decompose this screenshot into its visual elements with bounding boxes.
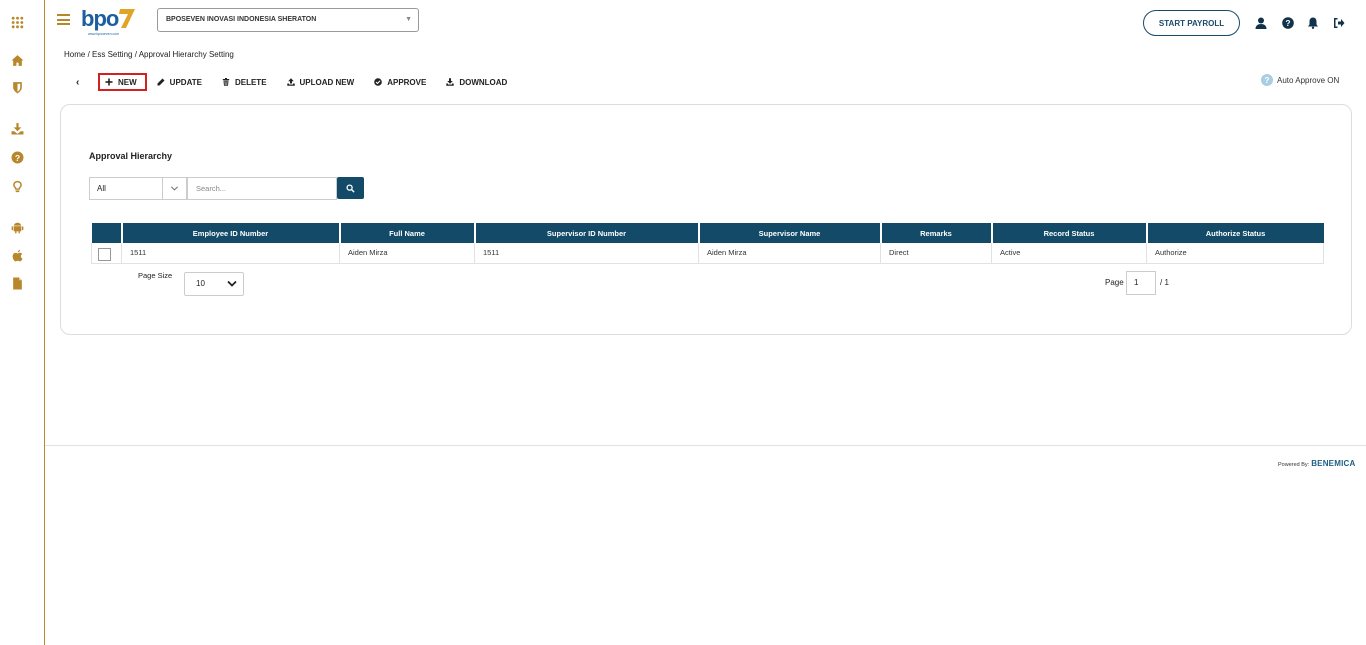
column-header[interactable]: Full Name <box>338 223 475 243</box>
download-button-label: DOWNLOAD <box>459 77 508 87</box>
column-header[interactable]: Supervisor ID Number <box>473 223 699 243</box>
download-button[interactable]: DOWNLOAD <box>446 73 507 91</box>
action-toolbar: ‹ NEW UPDATE DELETE UPLOAD NEW APPROVE D… <box>76 73 527 91</box>
new-button[interactable]: NEW <box>98 73 147 91</box>
delete-button-label: DELETE <box>234 77 267 87</box>
user-icon[interactable] <box>1254 16 1267 29</box>
upload-new-button[interactable]: UPLOAD NEW <box>286 73 355 91</box>
delete-button[interactable]: DELETE <box>222 73 267 91</box>
column-header[interactable]: Authorize Status <box>1145 223 1324 243</box>
home-icon[interactable] <box>10 53 24 67</box>
svg-text:?: ? <box>14 152 19 162</box>
table-header-row: Employee ID Number Full Name Supervisor … <box>91 223 1324 243</box>
table-cell: Authorize <box>1146 243 1324 264</box>
select-all-header <box>91 223 122 243</box>
column-header[interactable]: Remarks <box>879 223 992 243</box>
benemica-logo: BENEMICA <box>1311 459 1356 468</box>
apple-icon[interactable] <box>10 248 24 262</box>
hamburger-menu-icon[interactable] <box>57 14 70 25</box>
table-row[interactable]: 1511 Aiden Mirza 1511 Aiden Mirza Direct… <box>91 243 1324 264</box>
logout-icon[interactable] <box>1332 16 1345 29</box>
download-icon[interactable] <box>10 121 24 135</box>
approval-hierarchy-card: Approval Hierarchy All Employee ID Numbe… <box>60 104 1352 335</box>
page-size-value: 10 <box>196 279 205 288</box>
help-icon[interactable]: ? <box>10 150 24 164</box>
download-icon <box>446 78 455 86</box>
shield-icon[interactable] <box>10 80 24 94</box>
bpo7-logo[interactable]: bpo www.bposeven.com <box>80 4 140 38</box>
auto-approve-status[interactable]: ? Auto Approve ON <box>1261 74 1339 86</box>
page-size-select[interactable]: 10 <box>184 272 244 296</box>
chevron-down-icon <box>170 186 179 191</box>
row-select-cell <box>91 243 122 264</box>
page-size-label: Page Size <box>138 271 173 280</box>
filter-select-value: All <box>97 184 106 193</box>
powered-by: Powered By: BENEMICA <box>1278 459 1355 468</box>
update-button[interactable]: UPDATE <box>157 73 202 91</box>
svg-text:?: ? <box>1285 18 1290 28</box>
column-header[interactable]: Supervisor Name <box>697 223 881 243</box>
page-total: / 1 <box>1160 278 1169 287</box>
android-icon[interactable] <box>10 220 24 234</box>
upload-new-button-label: UPLOAD NEW <box>299 77 355 87</box>
auto-approve-label: Auto Approve ON <box>1277 75 1340 85</box>
trash-icon <box>222 78 230 86</box>
table-cell: Aiden Mirza <box>339 243 475 264</box>
pencil-icon <box>157 78 165 86</box>
search-input[interactable] <box>187 177 337 200</box>
upload-icon <box>286 78 295 86</box>
start-payroll-button[interactable]: START PAYROLL <box>1143 10 1240 36</box>
new-button-label: NEW <box>118 77 137 87</box>
chevron-down-icon <box>227 280 237 287</box>
apps-grid-icon[interactable] <box>10 15 24 29</box>
top-bar: bpo www.bposeven.com BPOSEVEN INOVASI IN… <box>45 0 1366 44</box>
file-icon[interactable] <box>10 276 24 290</box>
footer-divider <box>45 445 1366 446</box>
filter-select[interactable]: All <box>89 177 187 200</box>
table-cell: Aiden Mirza <box>698 243 881 264</box>
question-icon: ? <box>1261 74 1273 86</box>
caret-down-icon: ▼ <box>405 16 412 23</box>
row-checkbox[interactable] <box>98 248 111 262</box>
search-icon <box>346 183 355 193</box>
powered-by-label: Powered By: <box>1278 462 1310 468</box>
plus-icon <box>105 78 113 86</box>
help-circle-icon[interactable]: ? <box>1281 16 1294 29</box>
page-label: Page <box>1105 278 1124 287</box>
table-cell: 1511 <box>474 243 699 264</box>
filter-divider <box>162 178 163 199</box>
page-number-input[interactable]: 1 <box>1126 271 1156 295</box>
company-select[interactable]: BPOSEVEN INOVASI INDONESIA SHERATON ▼ <box>157 8 419 32</box>
sidebar: ? <box>0 0 45 645</box>
search-button[interactable] <box>337 177 364 199</box>
company-select-value: BPOSEVEN INOVASI INDONESIA SHERATON <box>166 16 317 23</box>
check-circle-icon <box>374 78 383 86</box>
table-cell: Active <box>991 243 1147 264</box>
lightbulb-icon[interactable] <box>10 179 24 193</box>
table-cell: 1511 <box>121 243 340 264</box>
column-header[interactable]: Record Status <box>990 223 1147 243</box>
update-button-label: UPDATE <box>169 77 202 87</box>
approve-button-label: APPROVE <box>387 77 427 87</box>
bell-icon[interactable] <box>1306 16 1319 29</box>
table-cell: Direct <box>880 243 992 264</box>
breadcrumb: Home / Ess Setting / Approval Hierarchy … <box>64 50 234 59</box>
column-header[interactable]: Employee ID Number <box>120 223 340 243</box>
approve-button[interactable]: APPROVE <box>374 73 426 91</box>
back-chevron-icon[interactable]: ‹ <box>76 77 92 88</box>
svg-text:bpo: bpo <box>81 6 119 31</box>
card-title: Approval Hierarchy <box>89 151 173 161</box>
approval-hierarchy-table: Employee ID Number Full Name Supervisor … <box>91 223 1324 264</box>
svg-text:www.bposeven.com: www.bposeven.com <box>88 32 119 36</box>
